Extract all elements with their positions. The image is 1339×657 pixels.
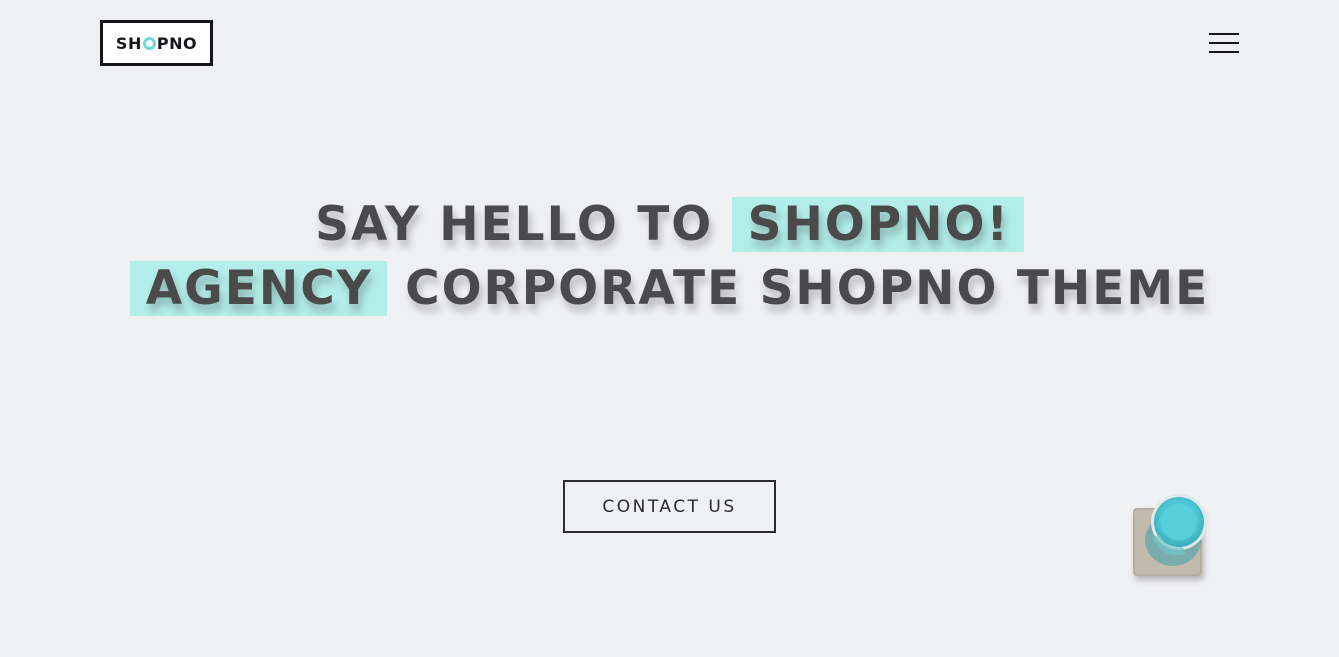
logo-o-ring-icon [142, 36, 156, 50]
logo-text: SH PNO [116, 34, 197, 53]
hero-line-2-text: CORPORATE SHOPNO THEME [405, 261, 1210, 316]
hero-line-1-text: SAY HELLO TO [315, 197, 714, 252]
logo-text-end: PNO [156, 33, 198, 53]
page: SH PNO SAY HELLO TO SHOPNO! AGENCY CORPO… [0, 0, 1339, 657]
coffee-cup-illustration [1133, 494, 1207, 576]
contact-us-button[interactable]: CONTACT US [563, 480, 776, 533]
hero-line-1: SAY HELLO TO SHOPNO! [0, 193, 1339, 257]
hamburger-icon-bar [1209, 33, 1239, 35]
hamburger-menu-button[interactable] [1208, 31, 1240, 55]
hero-heading: SAY HELLO TO SHOPNO! AGENCY CORPORATE SH… [0, 193, 1339, 321]
hamburger-icon-bar [1209, 42, 1239, 44]
logo[interactable]: SH PNO [100, 20, 213, 66]
hamburger-icon-bar [1209, 51, 1239, 53]
hero-highlight-shopno: SHOPNO! [731, 197, 1024, 252]
logo-text-start: SH [115, 33, 142, 53]
hero-line-2: AGENCY CORPORATE SHOPNO THEME [0, 257, 1339, 321]
hero-highlight-agency: AGENCY [129, 261, 387, 316]
